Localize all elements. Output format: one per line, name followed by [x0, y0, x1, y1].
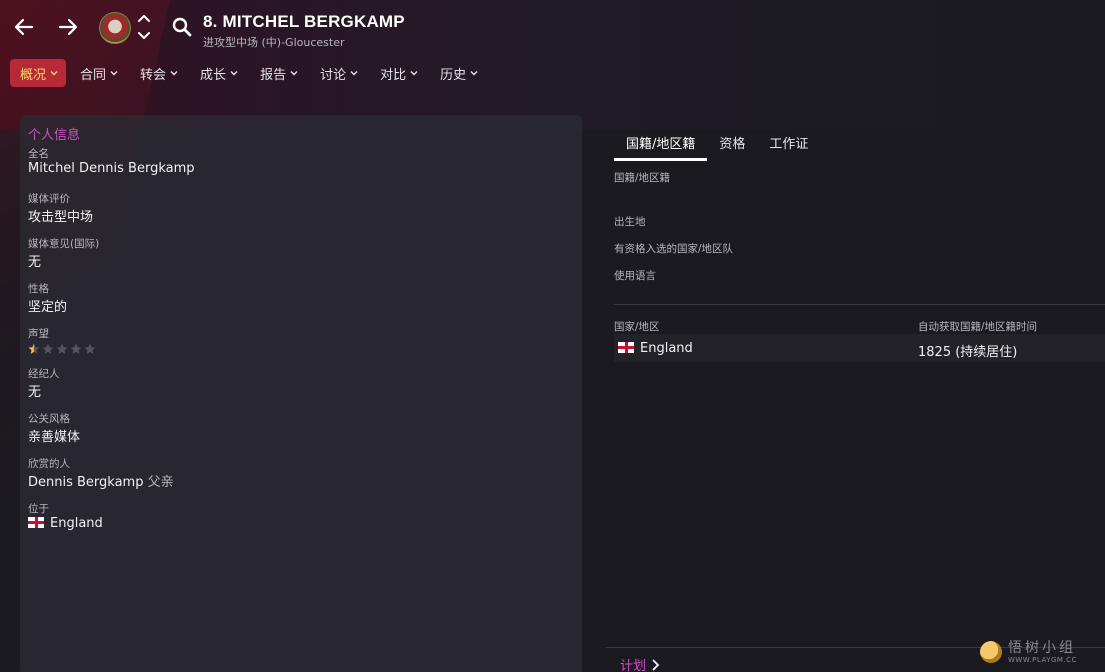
field-label: 全名: [28, 148, 49, 160]
field-value: 亲善媒体: [28, 430, 81, 445]
search-button[interactable]: [170, 15, 194, 39]
menu-history[interactable]: 历史: [430, 59, 486, 87]
agent-field: 经纪人 无: [28, 366, 60, 400]
field-value: 无: [28, 385, 42, 400]
watermark: 悟树小组 WWW.PLAYGM.CC: [980, 636, 1100, 668]
main-menu: 概况 合同 转会 成长 报告 讨论 对比 历史: [10, 59, 486, 87]
menu-reports[interactable]: 报告: [250, 59, 306, 87]
menu-contract[interactable]: 合同: [70, 59, 126, 87]
tab-eligibility[interactable]: 资格: [707, 125, 757, 161]
reputation-stars: [28, 343, 96, 355]
column-header-acquired[interactable]: 自动获取国籍/地区籍时间: [918, 319, 1037, 334]
back-button[interactable]: [9, 12, 39, 42]
location-value[interactable]: England: [28, 516, 103, 531]
field-label: 公关风格: [28, 413, 70, 425]
plan-link[interactable]: 计划: [620, 655, 660, 672]
field-value: 无: [28, 255, 42, 270]
nationality-tabs: 国籍/地区籍 资格 工作证: [614, 125, 820, 161]
chevron-down-icon: [470, 71, 478, 76]
admired-person[interactable]: Dennis Bergkamp 父亲: [28, 471, 174, 490]
admired-person-name: Dennis Bergkamp: [28, 475, 144, 490]
menu-label: 成长: [200, 67, 227, 83]
field-value: 坚定的: [28, 300, 68, 315]
chevron-right-icon: [652, 659, 659, 670]
menu-label: 历史: [440, 67, 467, 83]
chevron-down-icon: [230, 71, 238, 76]
search-icon: [172, 17, 192, 37]
acquired-cell: 1825 (持续居住): [918, 345, 1018, 360]
england-flag-icon: [28, 517, 44, 528]
star-empty-icon: [42, 343, 54, 354]
full-name-field: 全名 Mitchel Dennis Bergkamp: [28, 146, 195, 176]
tab-work-permit[interactable]: 工作证: [757, 125, 820, 161]
eligible-nations-label: 有资格入选的国家/地区队: [614, 243, 734, 255]
field-label: 欣赏的人: [28, 458, 70, 470]
country-name: England: [640, 341, 693, 356]
star-empty-icon: [84, 343, 96, 354]
star-empty-icon: [70, 343, 82, 354]
media-opinion-field: 媒体意见(国际) 无: [28, 236, 99, 270]
menu-label: 讨论: [320, 67, 347, 83]
menu-transfer[interactable]: 转会: [130, 59, 186, 87]
location-name: England: [50, 516, 103, 531]
menu-compare[interactable]: 对比: [370, 59, 426, 87]
country-cell: England: [618, 341, 693, 356]
star-empty-icon: [56, 343, 68, 354]
star-half-icon: [28, 343, 40, 354]
reputation-field: 声望: [28, 326, 96, 355]
menu-label: 合同: [80, 67, 107, 83]
field-label: 经纪人: [28, 368, 60, 380]
watermark-en: WWW.PLAYGM.CC: [1008, 655, 1077, 664]
menu-label: 概况: [20, 67, 47, 83]
arrow-right-icon: [58, 18, 78, 36]
menu-label: 对比: [380, 67, 407, 83]
field-label: 声望: [28, 328, 49, 340]
page-subtitle: 进攻型中场 (中)-Gloucester: [203, 36, 345, 49]
languages-label: 使用语言: [614, 270, 656, 282]
chevron-down-icon: [170, 71, 178, 76]
page-title: 8. MITCHEL BERGKAMP: [203, 12, 405, 31]
field-label: 位于: [28, 503, 49, 515]
england-flag-icon: [618, 342, 634, 353]
location-field: 位于 England: [28, 501, 103, 531]
watermark-text: 悟树小组 WWW.PLAYGM.CC: [1008, 641, 1077, 664]
field-label: 性格: [28, 283, 49, 295]
field-value: Mitchel Dennis Bergkamp: [28, 161, 195, 176]
table-row[interactable]: England 1825 (持续居住): [614, 334, 1105, 362]
field-label: 媒体意见(国际): [28, 238, 100, 250]
admired-person-field: 欣赏的人 Dennis Bergkamp 父亲: [28, 456, 174, 490]
plan-label: 计划: [620, 659, 647, 672]
personal-info-panel: 个人信息 全名 Mitchel Dennis Bergkamp 媒体评价 攻击型…: [20, 115, 582, 672]
menu-development[interactable]: 成长: [190, 59, 246, 87]
personality-field: 性格 坚定的: [28, 281, 67, 315]
player-switcher[interactable]: [136, 12, 152, 42]
chevron-down-icon: [410, 71, 418, 76]
club-badge[interactable]: [99, 12, 131, 44]
menu-discuss[interactable]: 讨论: [310, 59, 366, 87]
birthplace-label: 出生地: [614, 216, 646, 228]
chevron-down-icon: [350, 71, 358, 76]
section-title: 个人信息: [28, 128, 81, 143]
chevron-down-icon: [50, 71, 58, 76]
tab-nationality[interactable]: 国籍/地区籍: [614, 125, 708, 161]
divider: [614, 304, 1105, 305]
watermark-logo-icon: [980, 641, 1002, 663]
forward-button[interactable]: [53, 12, 83, 42]
menu-label: 转会: [140, 67, 167, 83]
pr-style-field: 公关风格 亲善媒体: [28, 411, 80, 445]
admired-person-relation: 父亲: [147, 475, 174, 490]
header: 8. MITCHEL BERGKAMP 进攻型中场 (中)-Gloucester: [0, 0, 1105, 56]
field-label: 媒体评价: [28, 193, 70, 205]
menu-label: 报告: [260, 67, 287, 83]
media-description-field: 媒体评价 攻击型中场: [28, 191, 93, 225]
chevron-down-icon: [290, 71, 298, 76]
chevron-up-down-icon: [138, 15, 150, 39]
arrow-left-icon: [14, 18, 34, 36]
column-header-country[interactable]: 国家/地区: [614, 319, 660, 334]
nationality-label: 国籍/地区籍: [614, 172, 671, 184]
field-value: 攻击型中场: [28, 210, 94, 225]
chevron-down-icon: [110, 71, 118, 76]
watermark-cn: 悟树小组: [1008, 639, 1076, 656]
menu-overview[interactable]: 概况: [10, 59, 67, 87]
